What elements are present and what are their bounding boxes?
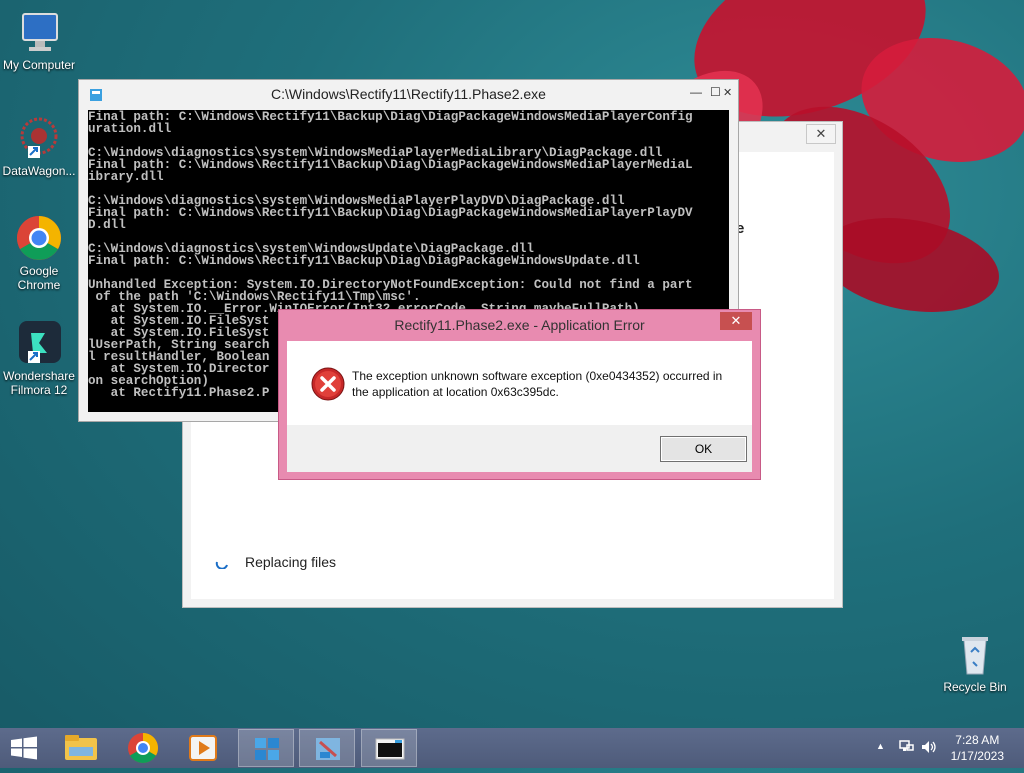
- error-icon: [311, 367, 345, 401]
- desktop-icon-google-chrome[interactable]: Google Chrome: [1, 214, 77, 292]
- application-error-dialog[interactable]: Rectify11.Phase2.exe - Application Error…: [278, 309, 761, 480]
- console-close-button[interactable]: ✕: [723, 86, 732, 99]
- dialog-body: The exception unknown software exception…: [287, 341, 752, 472]
- clock-time: 7:28 AM: [955, 733, 1000, 747]
- loading-spinner-icon: [215, 555, 229, 570]
- desktop-icon-label: My Computer: [2, 58, 76, 72]
- dialog-message: The exception unknown software exception…: [352, 369, 723, 399]
- desktop-icon-label: Wondershare Filmora 12: [3, 369, 75, 397]
- desktop-icon-label: Google Chrome: [17, 264, 61, 292]
- volume-icon[interactable]: [920, 739, 938, 755]
- filmora-icon: [15, 319, 63, 367]
- installer-close-button[interactable]: ✕: [806, 124, 836, 144]
- console-icon: [375, 738, 405, 760]
- chrome-icon: [15, 214, 63, 262]
- rectify-app-icon: [316, 738, 340, 760]
- media-player-icon: [189, 735, 217, 761]
- dialog-title: Rectify11.Phase2.exe - Application Error: [394, 317, 645, 333]
- rectify-installer-icon: [255, 738, 279, 760]
- taskbar-console[interactable]: [361, 729, 417, 767]
- desktop-icon-label: DataWagon...: [2, 164, 76, 178]
- network-icon[interactable]: [898, 739, 914, 755]
- start-button[interactable]: [0, 729, 48, 767]
- desktop-icon-datawagon[interactable]: DataWagon...: [1, 114, 77, 178]
- desktop-icon-label: Recycle Bin: [943, 680, 1007, 694]
- desktop-icon-recycle-bin[interactable]: Recycle Bin: [937, 630, 1013, 694]
- taskbar-clock[interactable]: 7:28 AM 1/17/2023: [951, 732, 1004, 764]
- datawagon-icon: [15, 114, 63, 162]
- dialog-close-button[interactable]: ✕: [720, 312, 752, 330]
- recycle-bin-icon: [951, 630, 999, 678]
- ok-button[interactable]: OK: [660, 436, 747, 462]
- folder-icon: [65, 735, 97, 760]
- status-text: Replacing files: [245, 554, 337, 570]
- chrome-icon: [128, 733, 159, 764]
- maximize-button[interactable]: ☐: [710, 85, 721, 99]
- computer-icon: [15, 8, 63, 56]
- taskbar-installer[interactable]: [238, 729, 294, 767]
- tray-expand-icon[interactable]: ▲: [876, 741, 885, 751]
- minimize-button[interactable]: —: [690, 85, 702, 99]
- taskbar-media-player[interactable]: [176, 729, 232, 767]
- desktop-icon-my-computer[interactable]: My Computer: [1, 8, 77, 72]
- clock-date: 1/17/2023: [950, 749, 1004, 763]
- dialog-message-area: The exception unknown software exception…: [287, 341, 752, 425]
- taskbar: ▲ 7:28 AM 1/17/2023: [0, 728, 1024, 768]
- desktop-icon-filmora[interactable]: Wondershare Filmora 12: [1, 319, 77, 397]
- console-title: C:\Windows\Rectify11\Rectify11.Phase2.ex…: [271, 86, 546, 102]
- taskbar-file-explorer[interactable]: [53, 729, 109, 767]
- taskbar-rectify-app[interactable]: [299, 729, 355, 767]
- taskbar-chrome[interactable]: [115, 729, 171, 767]
